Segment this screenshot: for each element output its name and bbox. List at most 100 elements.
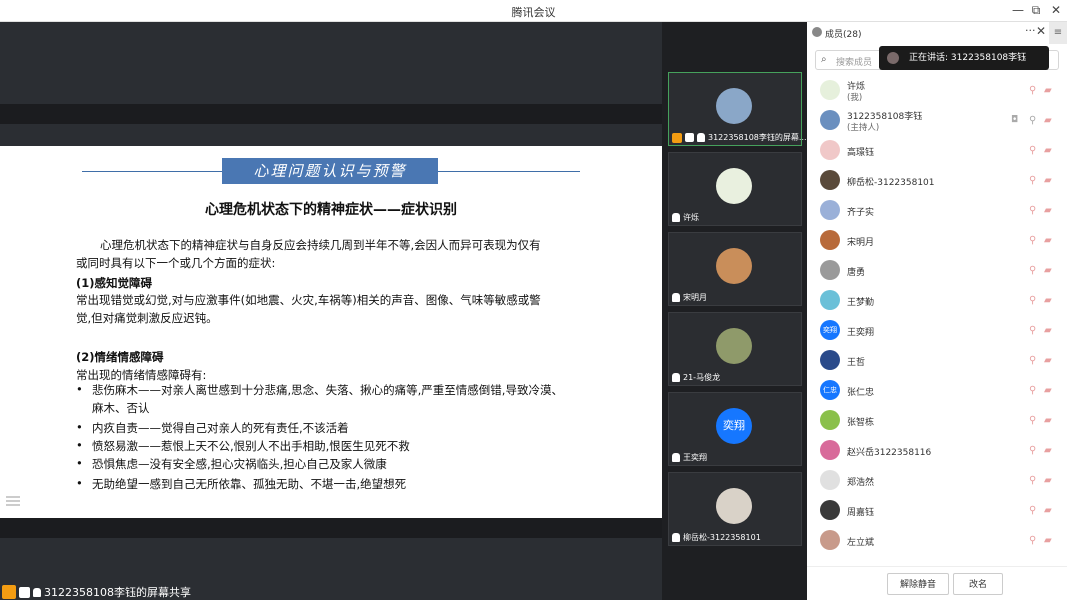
member-row[interactable]: 赵兴岳3122358116 ⚲ ▰ [807, 436, 1067, 466]
slide-intro-1: 心理危机状态下的精神症状与自身反应会持续几周到半年不等,会因人而异可表现为仅有 [100, 238, 541, 252]
restore-icon[interactable]: ⧉ [1028, 3, 1044, 18]
slide-bullet-item: 麻木、否认 [92, 401, 150, 415]
member-panel-header: 成员(28) ··· ✕ ≡ [807, 22, 1067, 44]
mic-muted-icon[interactable]: ⚲ [1029, 385, 1036, 396]
mic-muted-icon[interactable]: ⚲ [1029, 505, 1036, 516]
host-icon [672, 132, 682, 143]
list-menu-icon[interactable] [6, 496, 20, 508]
member-row[interactable]: 3122358108李钰 (主持人) ◘ ⚲ ▰ [807, 106, 1067, 136]
camera-off-icon[interactable]: ▰ [1044, 505, 1052, 516]
member-name: 唐勇 [847, 268, 866, 278]
member-name: 周嘉钰 [847, 508, 875, 518]
unmute-all-button[interactable]: 解除静音 [887, 573, 949, 595]
camera-off-icon[interactable]: ▰ [1044, 475, 1052, 486]
camera-off-icon[interactable]: ▰ [1044, 355, 1052, 366]
tile-avatar [716, 328, 752, 364]
minimize-icon[interactable]: — [1010, 3, 1026, 17]
member-avatar [820, 500, 840, 520]
bullet-mark: • [76, 476, 83, 490]
screen-share-icon [19, 586, 30, 598]
member-avatar: 仁忠 [820, 380, 840, 400]
member-avatar [820, 200, 840, 220]
camera-off-icon[interactable]: ▰ [1044, 385, 1052, 396]
mic-muted-icon[interactable]: ⚲ [1029, 475, 1036, 486]
mic-muted-icon[interactable]: ⚲ [1029, 415, 1036, 426]
tile-name: 王奕翔 [683, 453, 707, 462]
camera-off-icon[interactable]: ▰ [1044, 205, 1052, 216]
tile-name: 3122358108李钰的屏幕... [708, 133, 807, 142]
panel-close-icon[interactable]: ✕ [1036, 24, 1046, 38]
member-row[interactable]: 高璟钰 ⚲ ▰ [807, 136, 1067, 166]
mic-muted-icon[interactable]: ⚲ [1029, 205, 1036, 216]
member-row[interactable]: 郑浩然 ⚲ ▰ [807, 466, 1067, 496]
mic-muted-icon[interactable]: ⚲ [1029, 115, 1036, 126]
rename-button[interactable]: 改名 [953, 573, 1003, 595]
mic-muted-icon[interactable]: ⚲ [1029, 295, 1036, 306]
window-title: 腾讯会议 [511, 6, 556, 19]
slide-bullet-item: 恐惧焦虑—没有安全感,担心灾祸临头,担心自己及家人微康 [92, 457, 387, 471]
camera-off-icon[interactable]: ▰ [1044, 235, 1052, 246]
mic-muted-icon[interactable]: ⚲ [1029, 265, 1036, 276]
camera-off-icon[interactable]: ▰ [1044, 415, 1052, 426]
video-tile[interactable]: 21-马俊龙 [668, 312, 802, 386]
camera-off-icon[interactable]: ▰ [1044, 115, 1052, 126]
person-icon [812, 27, 822, 37]
member-row[interactable]: 王哲 ⚲ ▰ [807, 346, 1067, 376]
camera-off-icon[interactable]: ▰ [1044, 145, 1052, 156]
member-row[interactable]: 仁忠 张仁忠 ⚲ ▰ [807, 376, 1067, 406]
member-avatar [820, 290, 840, 310]
more-options-icon[interactable]: ··· [1025, 24, 1036, 37]
mic-muted-icon[interactable]: ⚲ [1029, 535, 1036, 546]
mic-icon [672, 533, 680, 542]
video-tile[interactable]: 宋明月 [668, 232, 802, 306]
mic-muted-icon[interactable]: ⚲ [1029, 175, 1036, 186]
camera-off-icon[interactable]: ▰ [1044, 295, 1052, 306]
mic-muted-icon[interactable]: ⚲ [1029, 355, 1036, 366]
mic-muted-icon[interactable]: ⚲ [1029, 445, 1036, 456]
speaker-avatar [887, 52, 899, 64]
camera-off-icon[interactable]: ▰ [1044, 535, 1052, 546]
member-row[interactable]: 齐子实 ⚲ ▰ [807, 196, 1067, 226]
member-name: 左立斌 [847, 538, 875, 548]
camera-off-icon[interactable]: ▰ [1044, 325, 1052, 336]
member-row[interactable]: 唐勇 ⚲ ▰ [807, 256, 1067, 286]
member-row[interactable]: 王梦勤 ⚲ ▰ [807, 286, 1067, 316]
member-row[interactable]: 张智栋 ⚲ ▰ [807, 406, 1067, 436]
video-tile[interactable]: 柳岳松-3122358101 [668, 472, 802, 546]
search-placeholder: 搜索成员 [836, 58, 873, 68]
member-avatar [820, 170, 840, 190]
camera-off-icon[interactable]: ▰ [1044, 265, 1052, 276]
slide: 心理问题认识与预警 心理危机状态下的精神症状——症状识别 心理危机状态下的精神症… [0, 146, 662, 518]
video-tile[interactable]: 许烁 [668, 152, 802, 226]
camera-off-icon[interactable]: ▰ [1044, 85, 1052, 96]
mic-muted-icon[interactable]: ⚲ [1029, 145, 1036, 156]
tile-avatar [716, 248, 752, 284]
camera-off-icon[interactable]: ▰ [1044, 445, 1052, 456]
close-icon[interactable]: ✕ [1048, 3, 1064, 17]
member-row[interactable]: 许烁 (我) ⚲ ▰ [807, 76, 1067, 106]
slide-bullet-item: 悲伤麻木——对亲人离世感到十分悲痛,思念、失落、揪心的痛等,严重至情感倒错,导致… [92, 383, 563, 397]
member-row[interactable]: 周嘉钰 ⚲ ▰ [807, 496, 1067, 526]
mic-icon [672, 453, 680, 462]
video-tile[interactable]: 3122358108李钰的屏幕... [668, 72, 807, 146]
member-name: 高璟钰 [847, 148, 875, 158]
member-row[interactable]: 宋明月 ⚲ ▰ [807, 226, 1067, 256]
video-tile[interactable]: 奕翔 王奕翔 [668, 392, 802, 466]
mic-muted-icon[interactable]: ⚲ [1029, 325, 1036, 336]
title-bar: 腾讯会议 — ⧉ ✕ [0, 0, 1067, 22]
panel-menu-icon[interactable]: ≡ [1049, 22, 1067, 44]
member-row[interactable]: 奕翔 王奕翔 ⚲ ▰ [807, 316, 1067, 346]
mic-muted-icon[interactable]: ⚲ [1029, 235, 1036, 246]
mic-muted-icon[interactable]: ⚲ [1029, 85, 1036, 96]
member-name: 王奕翔 [847, 328, 875, 338]
member-name: 张智栋 [847, 418, 875, 428]
tile-caption: 柳岳松-3122358101 [672, 532, 761, 543]
member-avatar [820, 440, 840, 460]
tile-caption: 宋明月 [672, 292, 707, 303]
tile-caption: 王奕翔 [672, 452, 707, 463]
slide-heading-1: (1)感知觉障碍 [76, 276, 153, 290]
member-row[interactable]: 柳岳松-3122358101 ⚲ ▰ [807, 166, 1067, 196]
camera-off-icon[interactable]: ▰ [1044, 175, 1052, 186]
member-row[interactable]: 左立斌 ⚲ ▰ [807, 526, 1067, 556]
tile-name: 21-马俊龙 [683, 373, 721, 382]
